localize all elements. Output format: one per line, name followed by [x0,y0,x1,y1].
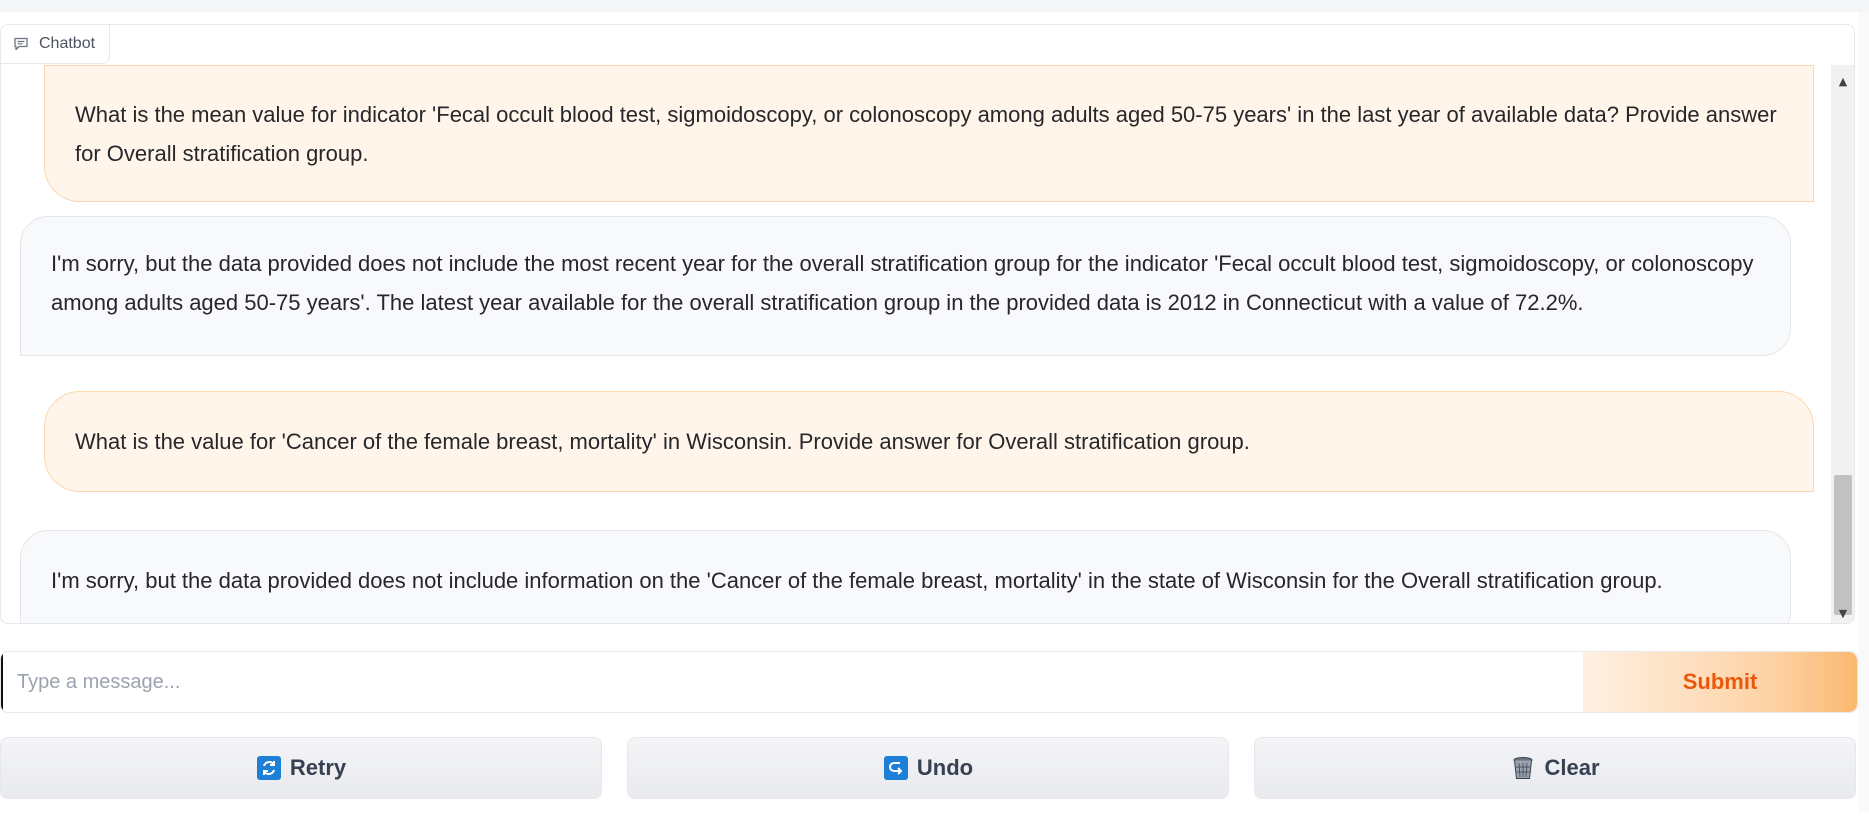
retry-button[interactable]: Retry [0,737,602,799]
clear-button[interactable]: Clear [1254,737,1856,799]
undo-label: Undo [916,755,974,780]
top-band [0,0,1869,12]
undo-button[interactable]: Undo [627,737,1229,799]
bottom-band [0,812,1869,836]
chat-app: Chatbot What is the mean value for indic… [0,0,1869,836]
retry-label: Retry [289,755,347,780]
scroll-down-arrow-icon[interactable]: ▼ [1831,603,1854,623]
wastebasket-icon [1510,755,1536,781]
chatbot-panel: Chatbot What is the mean value for indic… [0,24,1855,624]
chatbot-label-text: Chatbot [39,35,96,52]
message-input[interactable] [1,652,1583,712]
action-button-row: Retry Undo Clear [0,737,1858,799]
user-message: What is the mean value for indicator 'Fe… [44,65,1814,202]
undo-icon [883,755,909,781]
chat-bubble-icon [13,36,29,52]
chat-scrollbar[interactable]: ▲ ▼ [1831,65,1854,623]
message-input-row: Submit [0,651,1858,713]
side-band [1858,12,1869,812]
message-list: What is the mean value for indicator 'Fe… [1,25,1831,623]
submit-button[interactable]: Submit [1583,652,1857,712]
scroll-up-arrow-icon[interactable]: ▲ [1831,71,1854,91]
scroll-thumb[interactable] [1834,475,1852,615]
bot-message: I'm sorry, but the data provided does no… [20,216,1791,356]
bot-message: I'm sorry, but the data provided does no… [20,530,1791,623]
clear-label: Clear [1544,755,1600,780]
retry-icon [256,755,282,781]
user-message: What is the value for 'Cancer of the fem… [44,391,1814,492]
chatbot-label: Chatbot [1,25,111,64]
